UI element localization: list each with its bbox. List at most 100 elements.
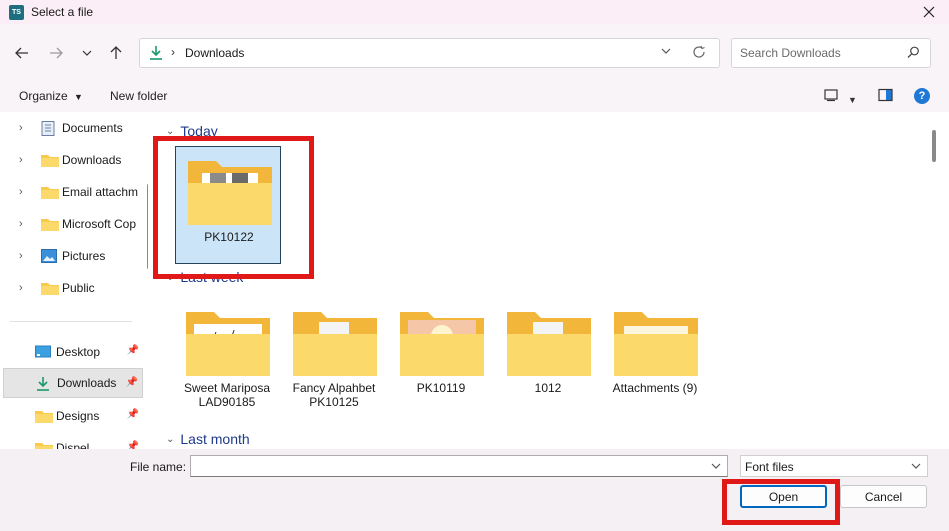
window-title: Select a file	[31, 5, 94, 19]
sidebar-item-microsoft-copilot[interactable]: › Microsoft Cop	[3, 209, 143, 239]
pin-icon[interactable]: 📌	[127, 409, 139, 420]
sidebar-item-pictures[interactable]: › Pictures	[3, 241, 143, 271]
quick-access-dispel[interactable]: Dispel 📌	[3, 433, 143, 449]
download-icon	[36, 376, 54, 391]
chevron-down-icon: ⌄	[166, 125, 175, 137]
chevron-right-icon: ›	[19, 122, 23, 134]
view-icon	[824, 89, 838, 102]
folder-icon	[35, 441, 53, 449]
folder-name: Attachments (9)	[612, 381, 698, 395]
refresh-icon	[693, 45, 705, 58]
help-button[interactable]: ?	[914, 88, 930, 104]
file-name-label: File name:	[130, 460, 187, 474]
folder-icon	[35, 409, 53, 423]
app-icon: TS	[9, 4, 24, 20]
recent-locations-button[interactable]	[76, 42, 98, 64]
pin-icon[interactable]: 📌	[127, 345, 139, 356]
folder-icon	[41, 153, 59, 167]
sidebar-scrollbar[interactable]	[147, 184, 148, 269]
sidebar-item-label: Downloads	[62, 153, 122, 167]
refresh-button[interactable]	[692, 45, 706, 62]
folder-icon	[186, 312, 270, 376]
folder-icon	[41, 281, 59, 295]
caret-down-icon: ▼	[848, 95, 857, 105]
sidebar-item-label: Dispel	[56, 441, 90, 449]
close-icon	[923, 6, 935, 18]
folder-item-fancy-alpahbet[interactable]: Fancy Alpahbet PK10125	[281, 298, 387, 416]
folder-icon	[293, 312, 377, 376]
chevron-right-icon: ›	[19, 154, 23, 166]
command-toolbar: Organize ▼ New folder ▼ ?	[0, 80, 949, 112]
sidebar-item-label: Pictures	[62, 249, 106, 263]
content-scrollbar[interactable]	[932, 130, 936, 162]
forward-button[interactable]	[45, 42, 67, 64]
search-icon	[907, 46, 920, 62]
sidebar-item-email-attachments[interactable]: › Email attachm	[3, 177, 143, 207]
change-view-button[interactable]	[824, 88, 838, 105]
chevron-down-icon	[82, 50, 92, 56]
group-header-last-month[interactable]: ⌄ Last month	[166, 431, 250, 447]
back-arrow-icon	[15, 47, 28, 59]
sidebar-item-label: Email attachm	[62, 185, 139, 199]
file-type-select[interactable]: Font files	[740, 455, 928, 477]
folder-name: PK10119	[416, 381, 466, 395]
chevron-down-icon[interactable]	[710, 460, 722, 475]
caret-down-icon: ▼	[74, 92, 83, 102]
pictures-icon	[41, 249, 59, 263]
folder-icon	[400, 312, 484, 376]
folder-name: 1012	[534, 381, 562, 395]
folder-item-attachments[interactable]: Attachments (9)	[602, 298, 708, 416]
new-folder-button[interactable]: New folder	[110, 89, 167, 103]
preview-pane-icon	[878, 88, 893, 102]
sidebar-item-downloads[interactable]: › Downloads	[3, 145, 143, 175]
view-options-dropdown[interactable]: ▼	[848, 92, 857, 106]
quick-access-desktop[interactable]: Desktop 📌	[3, 337, 143, 367]
folder-item-sweet-mariposa[interactable]: Sweet Mariposa LAD90185	[174, 298, 280, 416]
title-bar: TS Select a file	[0, 0, 949, 24]
sidebar-item-label: Designs	[56, 409, 100, 423]
search-input[interactable]: Search Downloads	[731, 38, 931, 68]
sidebar-item-label: Microsoft Cop	[62, 217, 137, 231]
organize-button[interactable]: Organize ▼	[19, 89, 83, 103]
sidebar-item-documents[interactable]: › Documents	[3, 113, 143, 143]
navigation-bar: › Downloads Search Downloads	[0, 24, 949, 80]
search-placeholder: Search Downloads	[740, 46, 841, 60]
file-type-value: Font files	[745, 460, 794, 474]
folder-name: Sweet Mariposa LAD90185	[183, 381, 271, 409]
up-arrow-icon	[110, 46, 122, 59]
folder-icon	[41, 217, 59, 231]
folder-name: Fancy Alpahbet PK10125	[292, 381, 376, 409]
documents-icon	[41, 121, 59, 136]
folder-item-pk10119[interactable]: PK10119	[388, 298, 494, 416]
sidebar-item-label: Public	[62, 281, 95, 295]
sidebar-item-label: Downloads	[57, 376, 117, 390]
preview-pane-button[interactable]	[878, 88, 893, 105]
address-bar[interactable]: › Downloads	[139, 38, 720, 68]
back-button[interactable]	[11, 42, 33, 64]
close-button[interactable]	[919, 2, 939, 22]
chevron-down-icon	[661, 48, 671, 54]
quick-access-downloads[interactable]: Downloads 📌	[3, 368, 143, 398]
cancel-button[interactable]: Cancel	[840, 485, 927, 508]
sidebar-item-label: Desktop	[56, 345, 101, 359]
highlight-box-open	[722, 479, 840, 525]
pin-icon[interactable]: 📌	[126, 377, 138, 388]
folder-icon	[507, 312, 591, 376]
folder-item-1012[interactable]: 1012	[495, 298, 601, 416]
up-button[interactable]	[105, 42, 127, 64]
chevron-right-icon: ›	[19, 218, 23, 230]
breadcrumb-downloads[interactable]: Downloads	[185, 46, 244, 60]
download-icon	[149, 45, 163, 64]
sidebar-item-label: Documents	[62, 121, 123, 135]
group-label: Last month	[180, 431, 250, 447]
highlight-box-folder	[153, 136, 314, 279]
forward-arrow-icon	[50, 47, 63, 59]
file-name-input[interactable]	[190, 455, 728, 477]
navigation-pane: › Documents › Downloads › Email attachm …	[0, 112, 148, 449]
sidebar-item-public[interactable]: › Public	[3, 273, 143, 303]
address-dropdown-button[interactable]	[660, 45, 672, 60]
folder-icon	[614, 312, 698, 376]
breadcrumb-separator-icon: ›	[171, 45, 175, 59]
quick-access-designs[interactable]: Designs 📌	[3, 401, 143, 431]
pin-icon[interactable]: 📌	[127, 441, 139, 449]
